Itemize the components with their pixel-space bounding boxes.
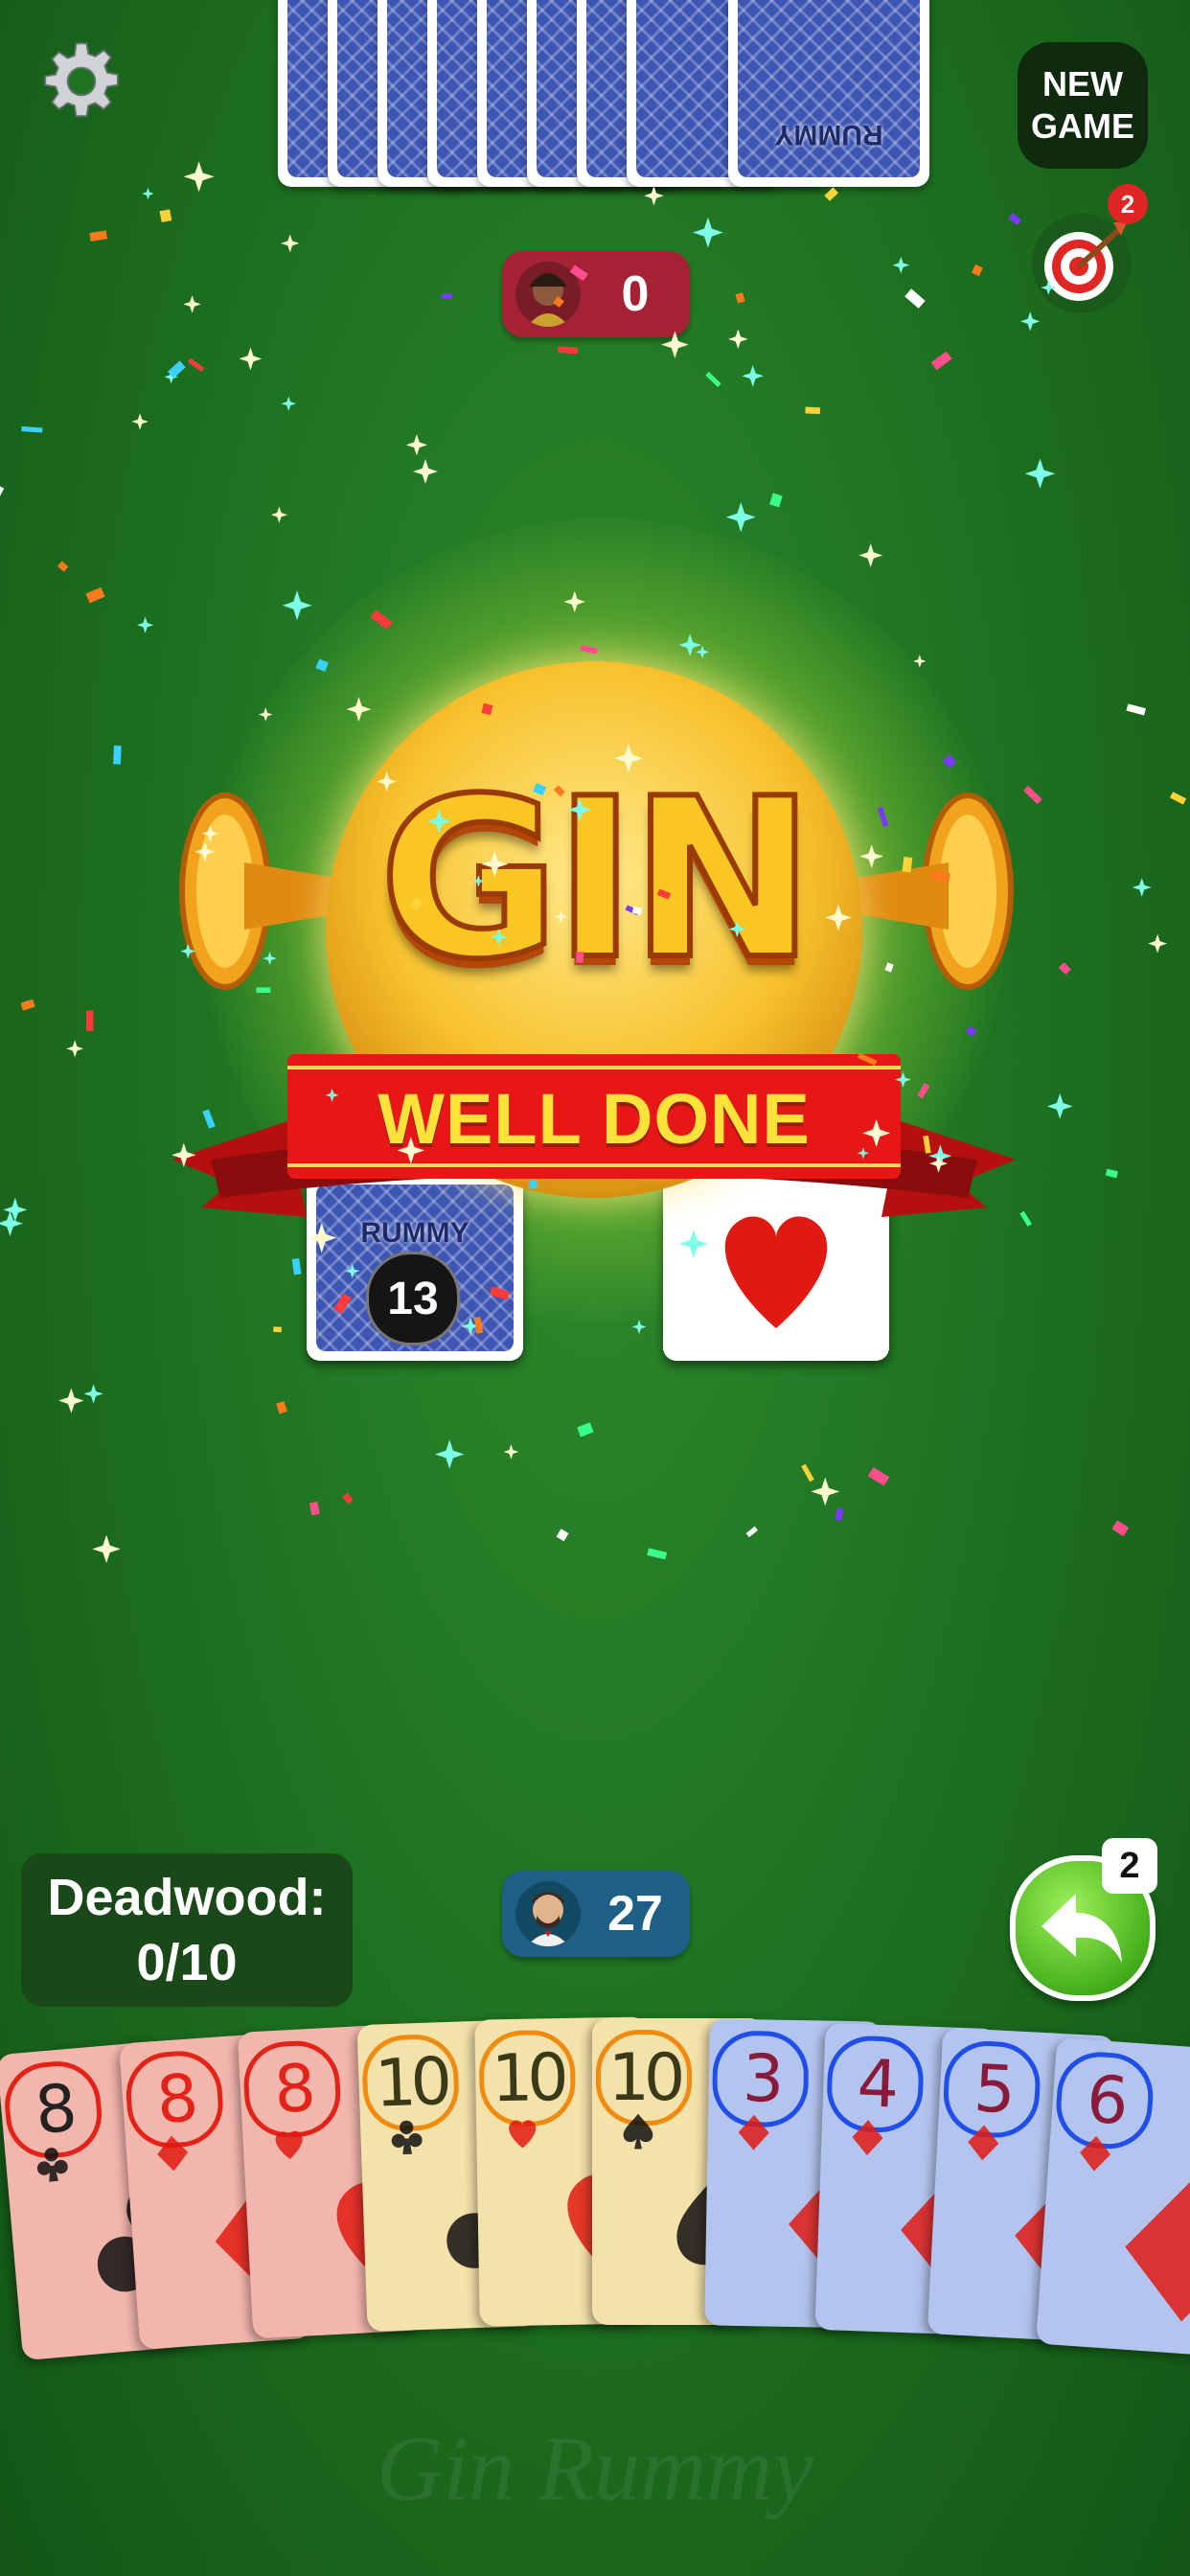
hearts-suit-icon — [509, 2120, 537, 2149]
new-game-label-line2: GAME — [1031, 106, 1134, 146]
game-logo-watermark: Gin Rummy — [377, 2417, 813, 2519]
deadwood-label: Deadwood: — [47, 1869, 327, 1926]
diamonds-suit-icon — [968, 2125, 999, 2161]
diamonds-suit-icon — [157, 2135, 189, 2172]
player-score: 27 — [607, 1886, 663, 1942]
draw-pile-count: 13 — [366, 1252, 460, 1346]
player-hand: 8 8 8 10 10 10 3 4 5 6 — [0, 2011, 1190, 2375]
target-badge: 2 — [1108, 184, 1148, 224]
opponent-score: 0 — [621, 266, 650, 322]
player-avatar — [515, 1881, 581, 1946]
undo-arrow-icon — [1041, 1894, 1122, 1963]
diamonds-suit-icon — [1080, 2135, 1110, 2172]
opponent-hand: RUMMY — [278, 0, 949, 192]
clubs-suit-icon — [391, 2120, 423, 2155]
clubs-suit-icon — [36, 2148, 68, 2182]
diamonds-suit-icon — [1125, 2180, 1190, 2322]
opponent-card: RUMMY — [728, 0, 929, 187]
spades-suit-icon — [623, 2113, 653, 2150]
trumpet-icon — [834, 793, 1014, 990]
new-game-button[interactable]: NEW GAME — [1018, 42, 1148, 169]
player-score-pill: 27 — [502, 1871, 690, 1957]
well-done-text: WELL DONE — [378, 1079, 811, 1159]
hearts-suit-icon — [275, 2130, 303, 2160]
opponent-avatar — [515, 262, 581, 327]
undo-count-badge: 2 — [1102, 1838, 1157, 1894]
deadwood-value: 0/10 — [136, 1934, 238, 1991]
diamonds-suit-icon — [738, 2114, 769, 2150]
deadwood-panel: Deadwood: 0/10 — [21, 1853, 353, 2007]
card-rank: 10 — [596, 2030, 692, 2126]
diamonds-suit-icon — [852, 2120, 883, 2155]
target-icon[interactable] — [1029, 211, 1134, 316]
card-back-label: RUMMY — [774, 119, 883, 150]
gin-title: GIN — [377, 749, 818, 1011]
settings-gear-icon[interactable] — [38, 38, 125, 125]
opponent-score-pill: 0 — [502, 251, 690, 337]
heart-suit-icon — [724, 1216, 828, 1328]
hand-card[interactable]: 6 — [1036, 2037, 1190, 2356]
new-game-label-line1: NEW — [1042, 64, 1123, 104]
